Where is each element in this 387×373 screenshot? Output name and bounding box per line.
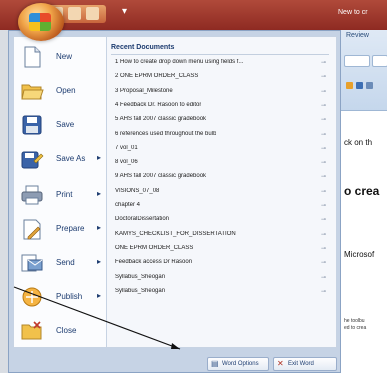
annotation-arrow (13, 286, 181, 350)
office-button[interactable] (18, 3, 64, 41)
office-logo-icon (29, 13, 51, 31)
